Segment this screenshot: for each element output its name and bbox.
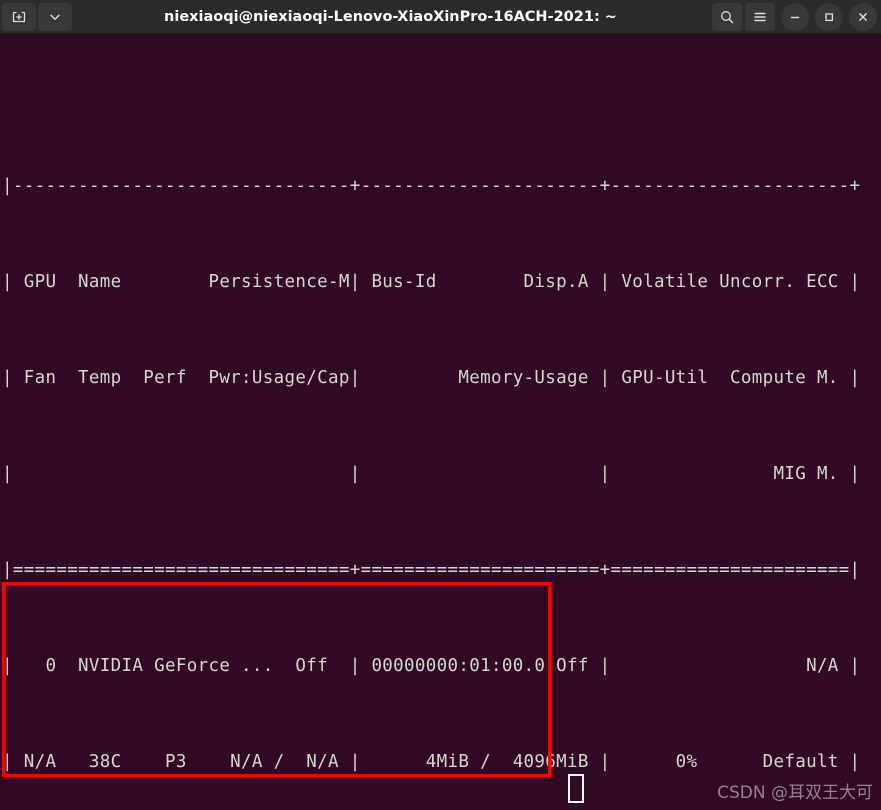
chevron-down-icon[interactable] — [38, 2, 72, 31]
titlebar-right-controls — [709, 0, 881, 34]
gpu-table-row-line-1: | 0 NVIDIA GeForce ... Off | 00000000:01… — [2, 656, 861, 676]
gpu-table-row-line-2: | N/A 38C P3 N/A / N/A | 4MiB / 4096MiB … — [2, 752, 861, 772]
new-tab-icon[interactable] — [2, 2, 36, 31]
gpu-table-top-border: |-------------------------------+-------… — [2, 176, 861, 196]
minimize-icon[interactable] — [781, 2, 809, 31]
terminal-text-buffer: |-------------------------------+-------… — [2, 42, 860, 810]
search-icon[interactable] — [712, 2, 742, 31]
gpu-table-header-row-1: | GPU Name Persistence-M| Bus-Id Disp.A … — [2, 272, 861, 292]
hamburger-menu-icon[interactable] — [745, 2, 775, 31]
close-icon[interactable] — [849, 2, 877, 31]
terminal-screen[interactable]: |-------------------------------+-------… — [0, 34, 881, 810]
watermark: CSDN @耳双王大可 — [717, 783, 873, 803]
gpu-table-separator: |===============================+=======… — [2, 560, 861, 580]
gpu-table-header-row-2: | Fan Temp Perf Pwr:Usage/Cap| Memory-Us… — [2, 368, 861, 388]
terminal-cursor — [568, 774, 584, 803]
terminal-window: niexiaoqi@niexiaoqi-Lenovo-XiaoXinPro-16… — [0, 0, 881, 810]
titlebar-left-controls — [0, 0, 72, 34]
maximize-icon[interactable] — [815, 2, 843, 31]
gpu-table-header-row-3: | | | MIG M. | — [2, 464, 861, 484]
window-titlebar: niexiaoqi@niexiaoqi-Lenovo-XiaoXinPro-16… — [0, 0, 881, 34]
window-title: niexiaoqi@niexiaoqi-Lenovo-XiaoXinPro-16… — [164, 8, 617, 25]
